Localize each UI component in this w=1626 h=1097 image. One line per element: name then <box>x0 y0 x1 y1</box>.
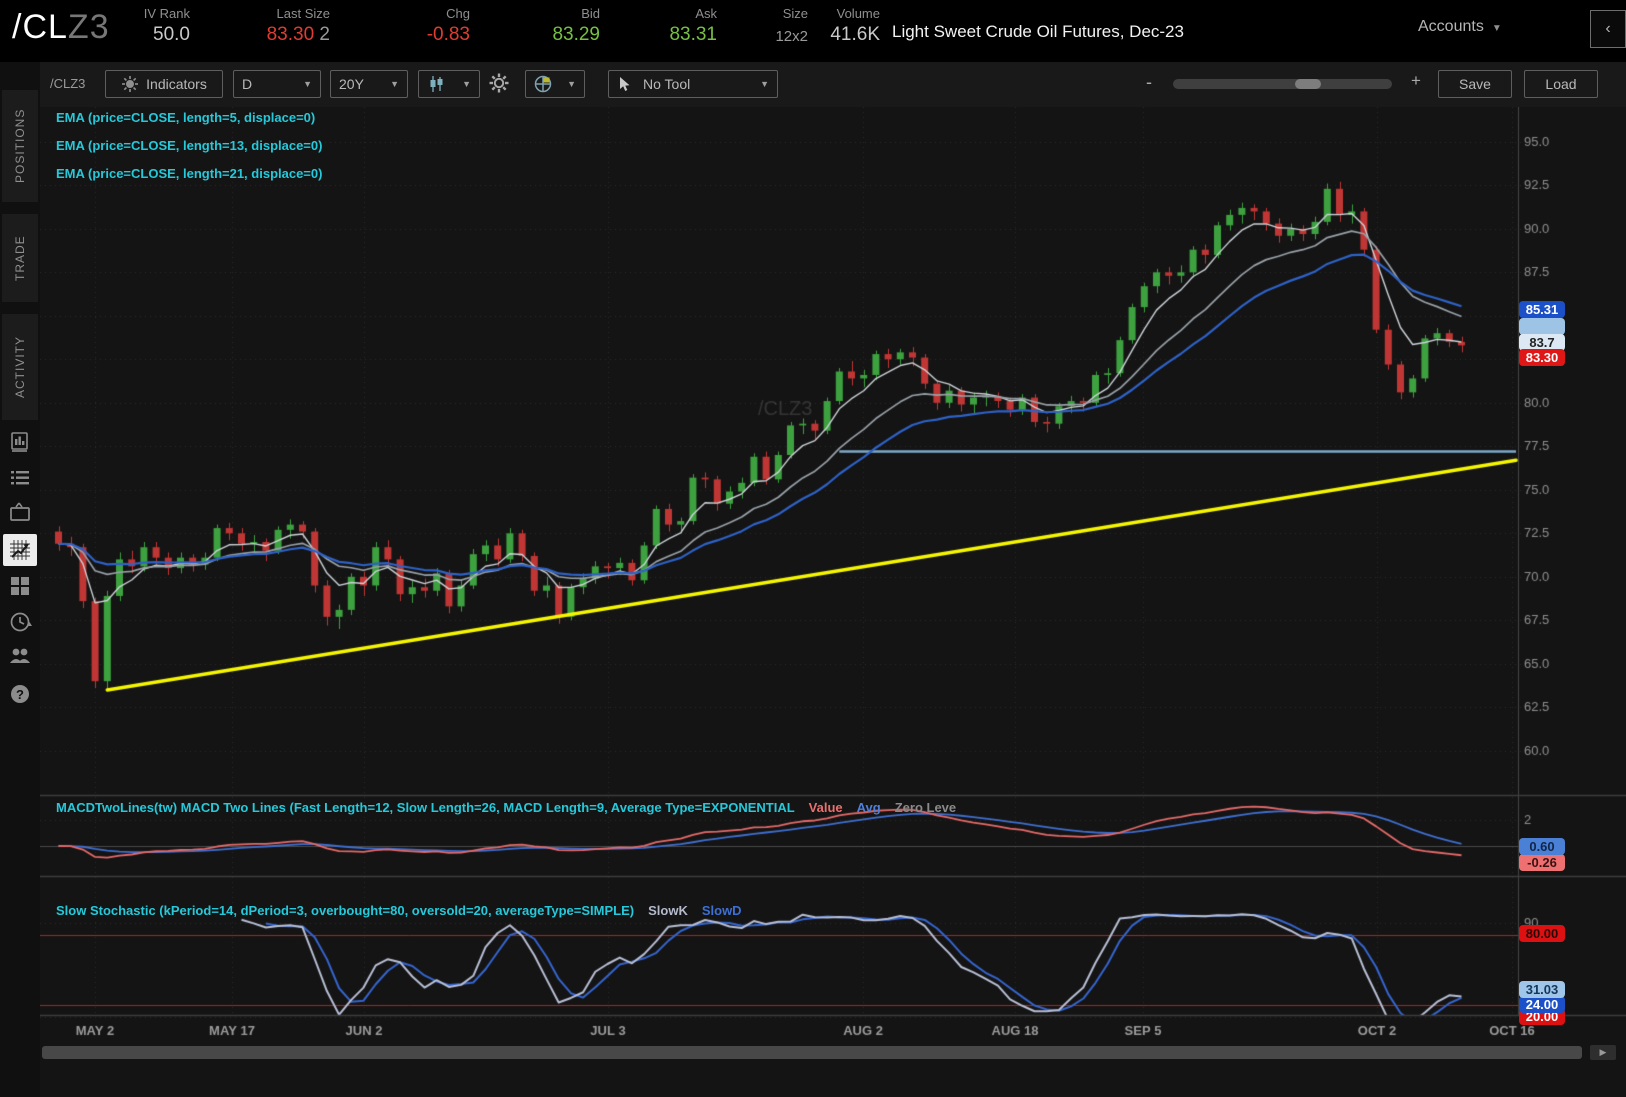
range-dropdown[interactable]: 20Y ▼ <box>330 70 408 98</box>
chevron-down-icon: ▼ <box>567 79 576 89</box>
axis-bubble-slowd: 24.00 <box>1519 996 1565 1013</box>
chart-panel: /CLZ3 Indicators D ▼ 20Y ▼ ▼ ▼ No Tool ▼… <box>40 62 1626 1097</box>
zoom-slider-thumb[interactable] <box>1295 79 1321 89</box>
scroll-right-button[interactable]: ▶ <box>1590 1045 1616 1060</box>
stat-size: Size 12x2 <box>775 6 808 45</box>
tv-icon[interactable] <box>8 500 32 524</box>
report-icon[interactable] <box>8 430 32 454</box>
chevron-down-icon: ▼ <box>390 79 399 89</box>
grid-layout-icon <box>534 75 552 93</box>
symbol-input[interactable]: /CLZ3 <box>50 76 85 91</box>
macd-legend-value: Value <box>808 800 843 815</box>
right-arrow-icon: ▶ <box>1599 1047 1607 1057</box>
axis-bubble-slowk: 31.03 <box>1519 981 1565 998</box>
candlestick-style-icon <box>427 75 445 93</box>
stoch-legend-slowd: SlowD <box>701 903 742 918</box>
sidebar-tab-positions[interactable]: POSITIONS <box>2 90 38 202</box>
sidebar-tab-activity[interactable]: ACTIVITY <box>2 314 38 420</box>
chevron-down-icon: ▼ <box>303 79 312 89</box>
collapse-panel-button[interactable]: ‹ <box>1590 10 1626 48</box>
zoom-out-button[interactable]: - <box>1146 72 1152 93</box>
left-sidebar: POSITIONS TRADE ACTIVITY ? <box>0 62 40 1097</box>
quote-header: /CLZ3 IV Rank 50.0 Last Size 83.30 2 Chg… <box>0 0 1626 62</box>
time-scrollbar[interactable] <box>42 1046 1582 1059</box>
study-label-ema21[interactable]: EMA (price=CLOSE, length=21, displace=0) <box>56 166 322 181</box>
instrument-title: Light Sweet Crude Oil Futures, Dec-23 <box>892 22 1184 41</box>
settings-gear-icon[interactable] <box>488 72 512 96</box>
people-icon[interactable] <box>8 644 32 668</box>
stat-chg: Chg -0.83 <box>426 6 470 45</box>
chevron-down-icon: ▼ <box>760 79 769 89</box>
stat-iv-rank: IV Rank 50.0 <box>143 6 190 45</box>
help-icon[interactable]: ? <box>8 682 32 706</box>
axis-bubble-last-price: 83.30 <box>1519 349 1565 366</box>
chevron-left-icon: ‹ <box>1605 20 1611 37</box>
zoom-in-button[interactable]: + <box>1411 71 1421 91</box>
stat-ask: Ask 83.31 <box>669 6 717 45</box>
indicators-button[interactable]: Indicators <box>105 70 223 98</box>
layout-grid-dropdown[interactable]: ▼ <box>525 70 585 98</box>
axis-bubble-overbought: 80.00 <box>1519 925 1565 942</box>
axis-bubble-macd-value: -0.26 <box>1519 854 1565 871</box>
chevron-down-icon: ▼ <box>462 79 471 89</box>
chevron-down-icon: ▼ <box>1491 23 1502 34</box>
svg-text:?: ? <box>16 687 24 702</box>
axis-bubble-macd-avg: 0.60 <box>1519 838 1565 855</box>
history-icon[interactable] <box>8 610 32 634</box>
chart-type-dropdown[interactable]: ▼ <box>418 70 480 98</box>
accounts-dropdown[interactable]: Accounts ▼ <box>1418 18 1502 36</box>
stat-bid: Bid 83.29 <box>552 6 600 45</box>
dashboard-icon[interactable] <box>8 574 32 598</box>
charts-icon[interactable] <box>3 534 37 566</box>
macd-legend-zero: Zero Leve <box>894 800 957 815</box>
study-label-ema5[interactable]: EMA (price=CLOSE, length=5, displace=0) <box>56 110 315 125</box>
study-label-ema13[interactable]: EMA (price=CLOSE, length=13, displace=0) <box>56 138 322 153</box>
axis-bubble-ema21: 85.31 <box>1519 301 1565 318</box>
stat-last-size: Last Size 83.30 2 <box>266 6 330 45</box>
load-button[interactable]: Load <box>1524 70 1598 98</box>
sidebar-tab-trade[interactable]: TRADE <box>2 214 38 302</box>
study-label-macd[interactable]: MACDTwoLines(tw) MACD Two Lines (Fast Le… <box>56 800 956 815</box>
stat-volume: Volume 41.6K <box>830 6 880 45</box>
watchlist-icon[interactable] <box>8 466 32 490</box>
zoom-slider[interactable] <box>1173 79 1392 89</box>
study-label-stochastic[interactable]: Slow Stochastic (kPeriod=14, dPeriod=3, … <box>56 903 742 918</box>
axis-bubble-ema13 <box>1519 318 1565 335</box>
price-chart-canvas[interactable] <box>40 107 1626 1040</box>
chart-toolbar: /CLZ3 Indicators D ▼ 20Y ▼ ▼ ▼ No Tool ▼… <box>40 62 1626 108</box>
trading-app-window: /CLZ3 IV Rank 50.0 Last Size 83.30 2 Chg… <box>0 0 1626 1097</box>
macd-legend-avg: Avg <box>856 800 881 815</box>
symbol-title: /CLZ3 <box>12 8 110 46</box>
save-button[interactable]: Save <box>1438 70 1512 98</box>
drawing-tool-dropdown[interactable]: No Tool ▼ <box>608 70 778 98</box>
cursor-icon <box>617 76 633 92</box>
timeframe-dropdown[interactable]: D ▼ <box>233 70 321 98</box>
indicators-icon <box>121 75 139 93</box>
stoch-legend-slowk: SlowK <box>648 903 688 918</box>
